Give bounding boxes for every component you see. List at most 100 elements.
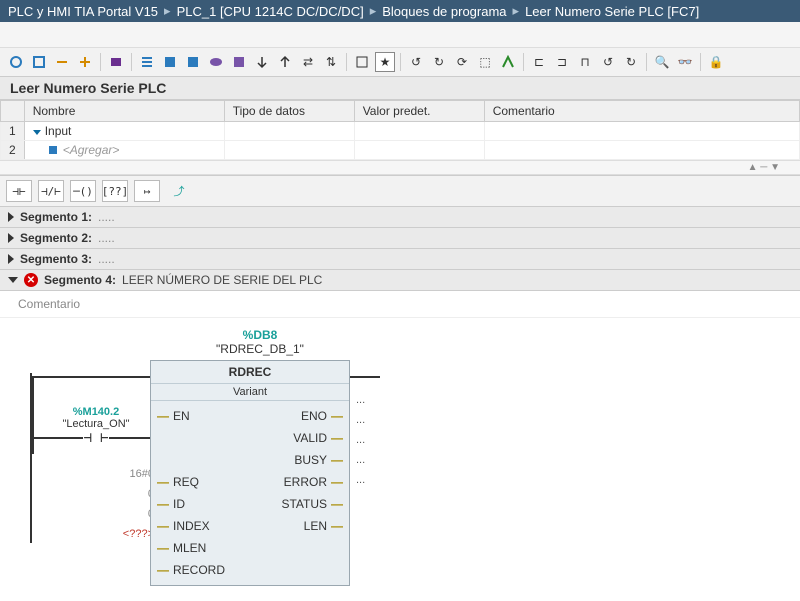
segment-dots: .....: [98, 231, 115, 245]
block-title: Leer Numero Serie PLC: [0, 77, 800, 100]
lad-branch[interactable]: ↦: [134, 180, 160, 202]
breadcrumb-item[interactable]: Bloques de programa: [382, 4, 506, 19]
pin-busy: BUSY—: [256, 449, 343, 471]
lad-nc-contact[interactable]: ⊣/⊢: [38, 180, 64, 202]
collapse-icon[interactable]: [8, 212, 14, 222]
pin-en: —EN: [157, 405, 244, 427]
lad-branch-close[interactable]: ⤴: [166, 180, 192, 202]
breadcrumb-item[interactable]: PLC y HMI TIA Portal V15: [8, 4, 158, 19]
no-contact-icon[interactable]: ⊣ ⊢: [83, 430, 108, 446]
pin-len: LEN—: [256, 515, 343, 537]
segment-header[interactable]: Segmento 2: .....: [0, 228, 800, 249]
segment-label: Segmento 4:: [44, 273, 116, 287]
col-type[interactable]: Tipo de datos: [224, 101, 354, 122]
block-type: RDREC: [151, 361, 349, 384]
instruction-block[interactable]: RDREC Variant —EN —REQ —ID —INDEX —MLEN …: [150, 360, 350, 586]
row-num: 2: [1, 141, 25, 160]
pin-stub[interactable]: ...: [356, 434, 365, 446]
toolbar-button[interactable]: ⇄: [298, 52, 318, 72]
toolbar-button[interactable]: ⊐: [552, 52, 572, 72]
toolbar-button[interactable]: [498, 52, 518, 72]
toolbar-button[interactable]: ⇅: [321, 52, 341, 72]
toolbar-button[interactable]: [106, 52, 126, 72]
block-variant: Variant: [151, 384, 349, 401]
pin-stub[interactable]: ...: [356, 414, 365, 426]
pin-index: —INDEX: [157, 515, 244, 537]
toolbar-separator: [100, 53, 101, 71]
toolbar-separator: [700, 53, 701, 71]
pin-mlen: —MLEN: [157, 537, 244, 559]
toolbar-button[interactable]: ↻: [621, 52, 641, 72]
toolbar-button[interactable]: ⟳: [452, 52, 472, 72]
toolbar-separator: [646, 53, 647, 71]
toolbar-button[interactable]: ⊓: [575, 52, 595, 72]
pin-stub[interactable]: ...: [356, 454, 365, 466]
lad-coil[interactable]: ─(): [70, 180, 96, 202]
pin-value-mlen[interactable]: 0: [30, 508, 154, 520]
col-default[interactable]: Valor predet.: [354, 101, 484, 122]
interface-table: Nombre Tipo de datos Valor predet. Comen…: [0, 100, 800, 160]
table-row[interactable]: 1 Input: [1, 122, 800, 141]
segment-desc: LEER NÚMERO DE SERIE DEL PLC: [122, 273, 322, 287]
expand-icon[interactable]: [8, 277, 18, 283]
toolbar-button[interactable]: ↺: [406, 52, 426, 72]
breadcrumb-item[interactable]: Leer Numero Serie PLC [FC7]: [525, 4, 699, 19]
toolbar-button[interactable]: [252, 52, 272, 72]
expand-icon[interactable]: [33, 130, 41, 135]
toolbar-button[interactable]: [275, 52, 295, 72]
row-indicator-icon: [49, 146, 57, 154]
segment-header[interactable]: Segmento 1: .....: [0, 207, 800, 228]
toolbar-button[interactable]: [6, 52, 26, 72]
toolbar-button[interactable]: ⊏: [529, 52, 549, 72]
toolbar-separator: [523, 53, 524, 71]
network-canvas[interactable]: %DB8 "RDREC_DB_1" %M140.2 "Lectura_ON" ⊣…: [0, 318, 800, 596]
main-toolbar: ⇄ ⇅ ★ ↺ ↻ ⟳ ⬚ ⊏ ⊐ ⊓ ↺ ↻ 🔍 👓 🔒: [0, 48, 800, 77]
segment-label: Segmento 2:: [20, 231, 92, 245]
lad-no-contact[interactable]: ⊣⊢: [6, 180, 32, 202]
toolbar-button[interactable]: [183, 52, 203, 72]
toolbar-button[interactable]: 🔍: [652, 52, 672, 72]
col-rownum: [1, 101, 25, 122]
toolbar-button[interactable]: [229, 52, 249, 72]
toolbar-separator: [400, 53, 401, 71]
toolbar-button[interactable]: 🔒: [706, 52, 726, 72]
toolbar-button[interactable]: [75, 52, 95, 72]
lad-toolbar: ⊣⊢ ⊣/⊢ ─() [??] ↦ ⤴: [0, 175, 800, 207]
scroll-hint[interactable]: ▲ ─ ▼: [0, 160, 800, 175]
breadcrumb: PLC y HMI TIA Portal V15 ▸ PLC_1 [CPU 12…: [0, 0, 800, 22]
pin-value-id[interactable]: 16#0: [30, 468, 154, 480]
segment-comment[interactable]: Comentario: [0, 291, 800, 318]
toolbar-button[interactable]: [160, 52, 180, 72]
wire-en: [32, 376, 160, 378]
add-placeholder[interactable]: <Agregar>: [63, 143, 120, 157]
contact-tag[interactable]: %M140.2 "Lectura_ON": [32, 406, 160, 430]
pin-req: —REQ: [157, 471, 244, 493]
toolbar-button[interactable]: ★: [375, 52, 395, 72]
col-name[interactable]: Nombre: [24, 101, 224, 122]
lad-box[interactable]: [??]: [102, 180, 128, 202]
segment-label: Segmento 3:: [20, 252, 92, 266]
collapse-icon[interactable]: [8, 254, 14, 264]
toolbar-button[interactable]: ↺: [598, 52, 618, 72]
breadcrumb-item[interactable]: PLC_1 [CPU 1214C DC/DC/DC]: [177, 4, 364, 19]
col-comment[interactable]: Comentario: [484, 101, 799, 122]
pin-stub[interactable]: ...: [356, 394, 365, 406]
segment-header[interactable]: ✕ Segmento 4: LEER NÚMERO DE SERIE DEL P…: [0, 270, 800, 291]
segment-dots: .....: [98, 252, 115, 266]
toolbar-button[interactable]: [29, 52, 49, 72]
segment-header[interactable]: Segmento 3: .....: [0, 249, 800, 270]
table-row[interactable]: 2 <Agregar>: [1, 141, 800, 160]
pin-value-index[interactable]: 0: [30, 488, 154, 500]
section-name: Input: [45, 124, 72, 138]
collapse-icon[interactable]: [8, 233, 14, 243]
pin-value-record[interactable]: <???>: [30, 528, 154, 540]
toolbar-button[interactable]: ⬚: [475, 52, 495, 72]
toolbar-button[interactable]: [206, 52, 226, 72]
toolbar-button[interactable]: ↻: [429, 52, 449, 72]
glasses-icon[interactable]: 👓: [675, 52, 695, 72]
toolbar-button[interactable]: [52, 52, 72, 72]
breadcrumb-sep: ▸: [370, 3, 377, 19]
toolbar-button[interactable]: [137, 52, 157, 72]
toolbar-button[interactable]: [352, 52, 372, 72]
pin-stub[interactable]: ...: [356, 474, 365, 486]
